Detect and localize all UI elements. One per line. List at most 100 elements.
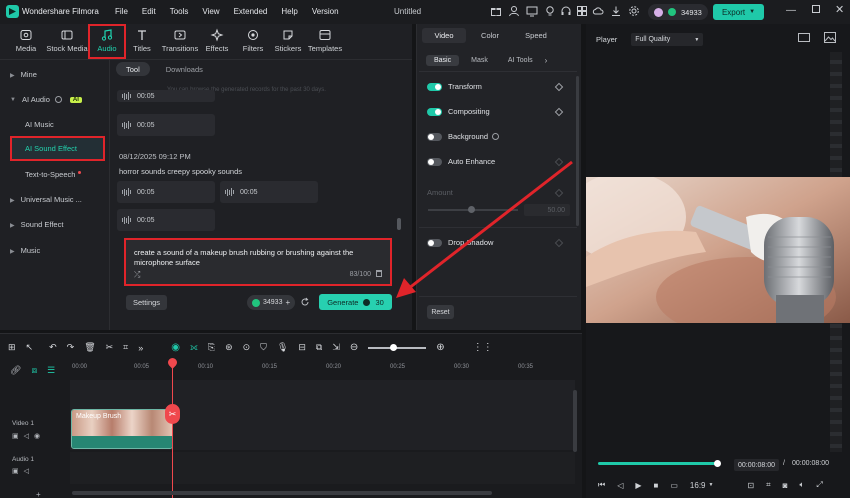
settings-gear-icon[interactable] [628,5,640,17]
speaker-icon[interactable]: ◁ [24,432,29,440]
undo-icon[interactable]: ↶ [49,342,57,353]
microphone-icon[interactable]: 🎙︎ [277,342,288,353]
background-row[interactable]: Background [427,132,562,141]
crop-icon[interactable]: ⌗ [766,480,771,490]
step-back-icon[interactable]: ◁ [617,481,623,490]
layout-icon[interactable]: ⊞ [8,342,16,353]
audio-record-chip[interactable]: 00:05 [117,209,215,231]
fullscreen-fit-icon[interactable]: ▭ [670,481,678,490]
track-manager-icon[interactable]: ☰ [47,365,55,376]
sidebar-item-ai-sound-effect[interactable]: AI Sound Effect [10,136,105,161]
tab-media[interactable]: Media [10,28,42,53]
menu-edit[interactable]: Edit [142,7,156,16]
bulb-icon[interactable] [544,5,556,17]
transform-row[interactable]: Transform [427,82,564,91]
sidebar-item-text-to-speech[interactable]: Text-to-Speech [25,170,82,179]
sidebar-item-music[interactable]: ▶ Music [10,246,40,255]
ai-tool-icon[interactable]: ⊛ [225,342,233,353]
folder-icon[interactable]: ▣ [12,432,19,440]
snapshot-icon[interactable] [798,33,810,42]
link-icon[interactable]: 🔗︎ [10,365,21,376]
mix-icon[interactable]: ⧉ [316,342,322,353]
expand-icon[interactable]: ⤢ [816,480,822,490]
minimize-icon[interactable]: — [786,5,796,16]
menu-view[interactable]: View [202,7,219,16]
export-button[interactable]: Export ▼ [713,4,764,20]
playback-knob[interactable] [713,460,721,467]
tab-stickers[interactable]: Stickers [272,28,304,53]
snap-icon[interactable]: ◉ [171,342,180,353]
aspect-ratio[interactable]: 16:9 ▼ [690,481,714,490]
timeline-settings-icon[interactable]: ⋮⋮ [473,342,493,353]
keyframe-icon[interactable] [554,107,564,116]
shuffle-icon[interactable]: ⤮ [134,270,140,280]
playback-progress[interactable] [598,462,718,465]
audio-record-chip[interactable]: 00:05 [117,90,215,102]
split-icon[interactable]: ✂ [106,342,114,353]
delete-icon[interactable]: 🗑︎ [84,342,95,353]
grid-icon[interactable] [576,5,588,17]
keyframe-icon[interactable] [554,82,564,91]
prompt-textarea[interactable]: create a sound of a makeup brush rubbing… [124,238,392,286]
compositing-toggle[interactable] [427,107,442,116]
video-clip[interactable]: Makeup Brush [71,409,173,449]
render-icon[interactable]: ⊙ [243,342,251,353]
tab-stock-media[interactable]: Stock Media [44,28,90,53]
tab-effects[interactable]: Effects [202,28,232,53]
sidebar-item-sound-effect[interactable]: ▶ Sound Effect [10,220,63,229]
menu-help[interactable]: Help [281,7,297,16]
close-icon[interactable]: ✕ [835,3,844,16]
menu-extended[interactable]: Extended [234,7,268,16]
shield-icon[interactable]: ⛉ [260,342,267,353]
menu-file[interactable]: File [115,7,128,16]
user-icon[interactable] [508,5,520,17]
add-track-icon[interactable]: ⧈ [31,365,37,376]
timeline-scrollbar[interactable] [72,491,492,495]
camera-icon[interactable]: ◙ [783,481,788,490]
zoom-fit-icon[interactable]: ⇲ [332,342,340,353]
quality-dropdown[interactable]: Full Quality ▼ [631,33,704,46]
ripple-icon[interactable]: ⟗ [190,342,198,353]
settings-button[interactable]: Settings [126,295,167,310]
tab-ai-tools[interactable]: AI Tools [500,55,541,66]
tab-templates[interactable]: Templates [306,28,344,53]
sidebar-item-universal-music[interactable]: ▶ Universal Music ... [10,195,82,204]
credits-badge[interactable]: 34933 [648,4,708,20]
scissors-icon[interactable]: ✂ [165,404,180,424]
tab-filters[interactable]: Filters [238,28,268,53]
tab-basic[interactable]: Basic [426,55,460,66]
zoom-in-icon[interactable]: ⊕ [436,342,444,353]
compositing-row[interactable]: Compositing [427,107,564,116]
tab-color[interactable]: Color [468,28,512,43]
monitor-icon[interactable] [526,5,538,17]
download-icon[interactable] [610,5,622,17]
playhead[interactable] [172,362,173,498]
speaker-icon[interactable]: ◁ [24,467,29,475]
crop-tool-icon[interactable]: ⌗ [123,342,128,353]
refresh-icon[interactable] [300,297,310,307]
audio-record-chip[interactable]: 00:05 [117,114,215,136]
audio-record-chip[interactable]: 00:05 [220,181,318,203]
prev-frame-icon[interactable]: ⏮ [598,480,605,490]
current-time[interactable]: 00:00:08:00 [734,459,779,471]
sidebar-item-ai-audio[interactable]: ▼ AI Audio AI [10,95,82,104]
tab-video[interactable]: Video [422,28,466,43]
transform-toggle[interactable] [427,82,442,91]
menu-version[interactable]: Version [312,7,339,16]
stop-icon[interactable]: ■ [654,481,659,490]
chevron-right-icon[interactable]: › [545,56,548,65]
tab-mask[interactable]: Mask [463,55,496,66]
gift-icon[interactable] [490,5,502,17]
image-icon[interactable] [824,32,836,43]
tab-transitions[interactable]: Transitions [160,28,200,53]
add-icon[interactable]: + [36,490,41,498]
eye-icon[interactable]: ◉ [34,432,40,440]
more-tools-icon[interactable]: » [138,343,143,353]
volume-icon[interactable]: 🔈︎ [800,480,805,490]
timeline-ruler[interactable]: 00:00 00:05 00:10 00:15 00:20 00:25 00:3… [70,360,582,378]
audio-record-chip[interactable]: 00:05 [117,181,215,203]
marker-tool-icon[interactable]: ⎘ [208,342,215,353]
redo-icon[interactable]: ↷ [67,342,75,353]
background-toggle[interactable] [427,132,442,141]
sidebar-item-ai-music[interactable]: AI Music [25,120,54,129]
